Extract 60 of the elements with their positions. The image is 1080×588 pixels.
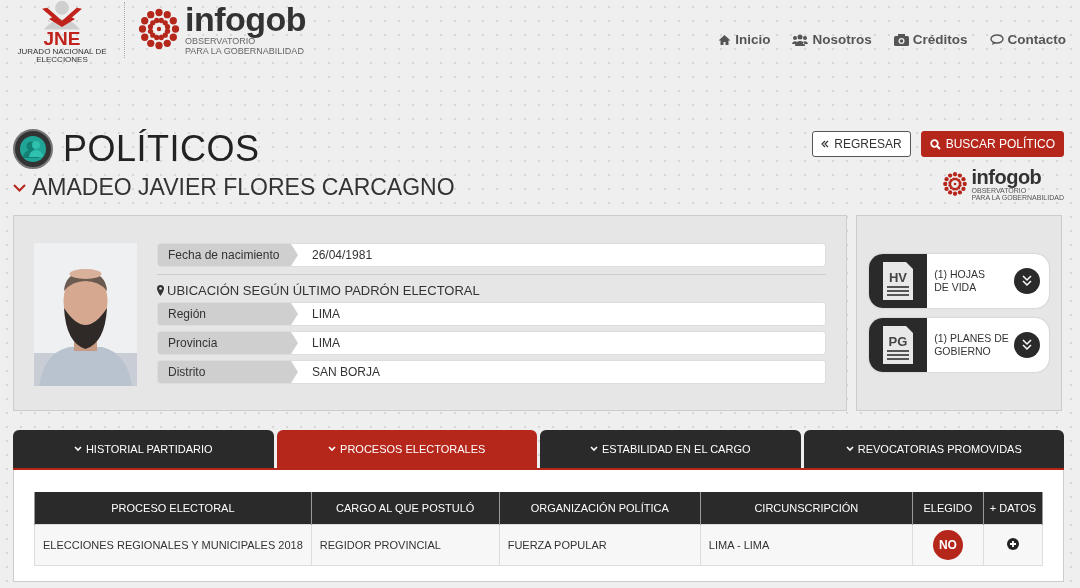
- section-heading: UBICACIÓN SEGÚN ÚLTIMO PADRÓN ELECTORAL: [167, 283, 480, 298]
- logo-tagline: OBSERVATORIO: [185, 37, 256, 46]
- nav-link[interactable]: Nosotros: [792, 32, 872, 47]
- people-icon: [792, 33, 809, 46]
- home-icon: [718, 33, 732, 46]
- double-chevron-down-icon: [1014, 332, 1040, 358]
- column-header: + DATOS: [983, 492, 1043, 525]
- camera-icon: [893, 33, 909, 46]
- tab[interactable]: HISTORIAL PARTIDARIO: [13, 430, 274, 468]
- table-cell: FUERZA POPULAR: [499, 524, 701, 566]
- field-label: Región: [158, 303, 298, 325]
- chevron-down-icon: [845, 446, 854, 452]
- nav-link[interactable]: Créditos: [893, 32, 968, 47]
- chevron-down-icon: [328, 446, 337, 452]
- tab[interactable]: PROCESOS ELECTORALES: [276, 430, 537, 468]
- logo-text: JNE: [43, 29, 81, 48]
- double-chevron-down-icon: [1014, 268, 1040, 294]
- chevron-down-icon: [589, 446, 598, 452]
- logo-tagline: JURADO NACIONAL DE ELECCIONES: [16, 48, 108, 64]
- table-cell: LIMA - LIMA: [700, 524, 913, 566]
- table-cell: ELECCIONES REGIONALES Y MUNICIPALES 2018: [34, 524, 312, 566]
- field-value: LIMA: [311, 306, 340, 323]
- dotted-circle-logo-icon: [137, 7, 181, 51]
- elected-badge: NO: [932, 530, 963, 560]
- field-label: Fecha de nacimiento: [158, 244, 298, 266]
- chat-bubble-icon: [989, 33, 1004, 46]
- politician-name: AMADEO JAVIER FLORES CARCAGNO: [32, 174, 455, 201]
- logo-tagline: PARA LA GOBERNABILIDAD: [185, 47, 305, 56]
- tab[interactable]: REVOCATORIAS PROMOVIDAS: [803, 430, 1064, 468]
- field-value: SAN BORJA: [311, 364, 380, 381]
- search-icon: [929, 138, 941, 150]
- map-pin-icon: [157, 285, 164, 296]
- dotted-circle-logo-icon: [941, 171, 968, 197]
- document-icon: HV: [883, 262, 914, 300]
- table-cell: REGIDOR PROVINCIAL: [311, 524, 500, 566]
- logo-text: infogob: [971, 167, 1043, 187]
- tab[interactable]: ESTABILIDAD EN EL CARGO: [540, 430, 801, 468]
- plus-circle-icon[interactable]: [1006, 538, 1019, 550]
- nav-link[interactable]: Contacto: [989, 32, 1066, 47]
- chevron-down-icon: [73, 446, 82, 452]
- page-title: POLÍTICOS: [63, 128, 260, 170]
- document-link[interactable]: HV (1) HOJAS DE VIDA: [869, 254, 1049, 308]
- document-icon: PG: [883, 326, 914, 364]
- document-link[interactable]: PG (1) PLANES DE GOBIERNO: [869, 318, 1049, 372]
- field-label: Provincia: [158, 332, 298, 354]
- double-chevron-left-icon: [821, 140, 830, 148]
- field-value: 26/04/1981: [311, 247, 373, 264]
- logo-text: infogob: [185, 2, 307, 36]
- back-button[interactable]: REGRESAR: [812, 131, 911, 157]
- field-value: LIMA: [311, 335, 340, 352]
- field-label: Distrito: [158, 361, 298, 383]
- column-header: CIRCUNSCRIPCIÓN: [700, 492, 913, 525]
- people-avatar-icon: [13, 129, 53, 169]
- nav-link[interactable]: Inicio: [718, 32, 771, 47]
- column-header: ELEGIDO: [912, 492, 984, 525]
- chevron-down-icon: [13, 183, 26, 192]
- column-header: PROCESO ELECTORAL: [34, 492, 312, 525]
- column-header: CARGO AL QUE POSTULÓ: [311, 492, 500, 525]
- search-button[interactable]: BUSCAR POLÍTICO: [920, 131, 1064, 157]
- column-header: ORGANIZACIÓN POLÍTICA: [499, 492, 701, 525]
